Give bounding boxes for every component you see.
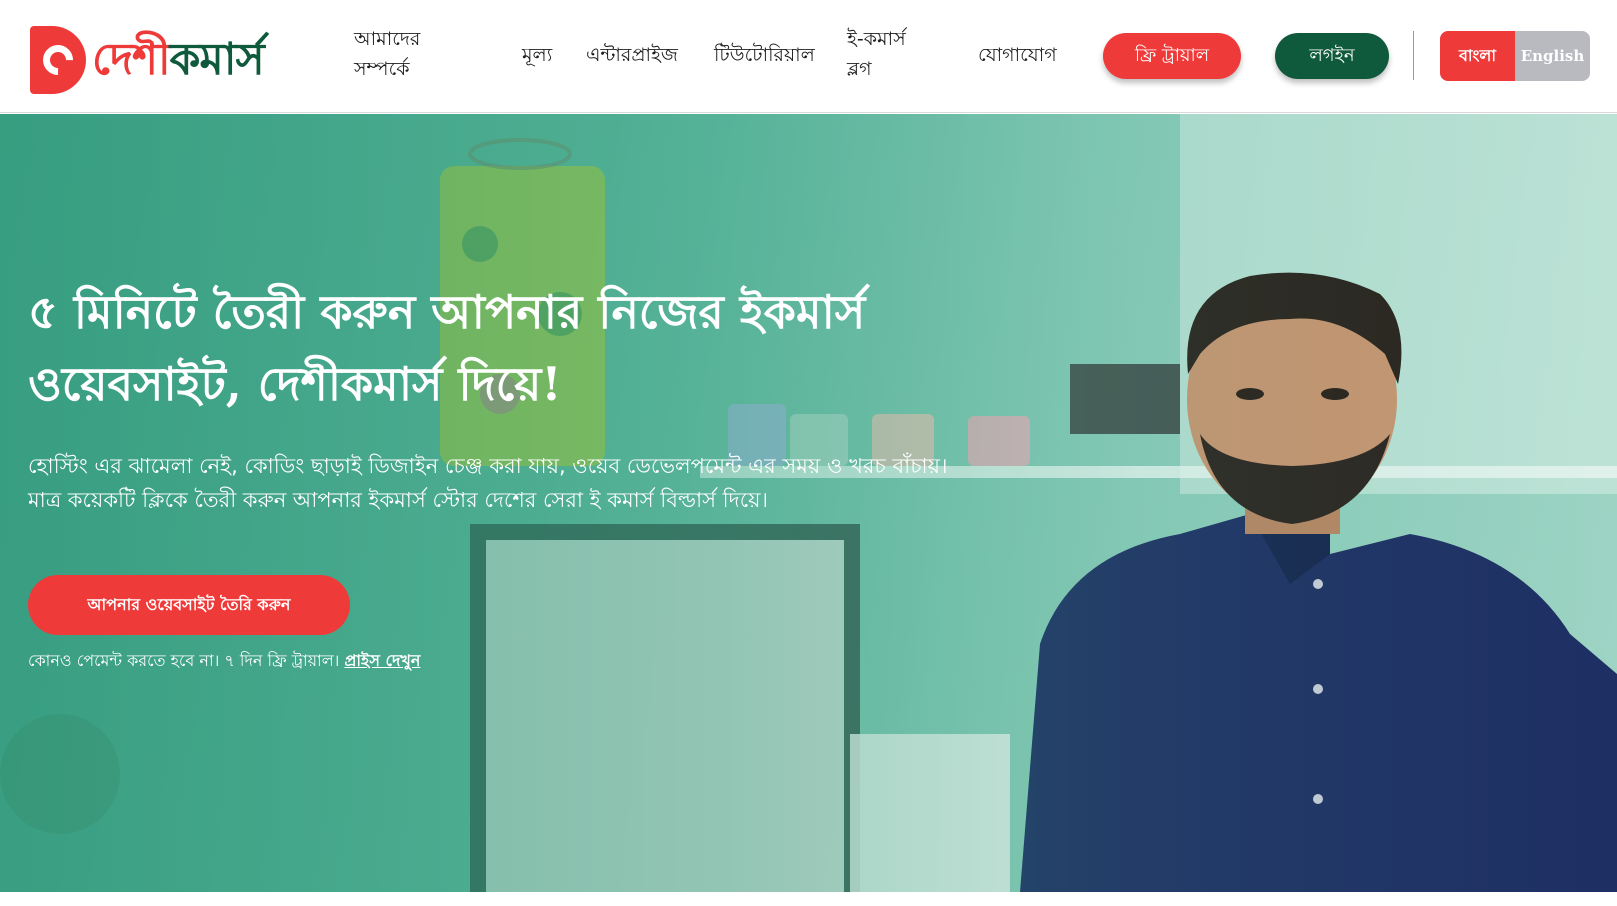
nav-contact[interactable]: যোগাযোগ [978, 40, 1057, 70]
nav-about-line2: সম্পর্কে [354, 58, 410, 80]
nav-enterprise[interactable]: এন্টারপ্রাইজ [586, 40, 678, 70]
site-header: দেশীকমার্স আমাদের সম্পর্কে মূল্য এন্টারপ… [0, 0, 1617, 113]
language-english-button[interactable]: English [1515, 31, 1590, 81]
nav-price[interactable]: মূল্য [522, 40, 552, 70]
hero-section: ৫ মিনিটে তৈরী করুন আপনার নিজের ইকমার্স ও… [0, 114, 1617, 892]
hero-subtitle-line2: মাত্র কয়েকটি ক্লিকে তৈরী করুন আপনার ইকম… [28, 488, 769, 512]
nav-blog-line2: ব্লগ [847, 58, 872, 80]
hero-subtitle: হোস্টিং এর ঝামেলা নেই, কোডিং ছাড়াই ডিজা… [28, 449, 1068, 517]
language-bangla-button[interactable]: বাংলা [1440, 31, 1515, 81]
trial-note: কোনও পেমেন্ট করতে হবে না। ৭ দিন ফ্রি ট্র… [28, 648, 420, 674]
brand-wordmark: দেশীকমার্স [92, 34, 265, 85]
hero-subtitle-line1: হোস্টিং এর ঝামেলা নেই, কোডিং ছাড়াই ডিজা… [28, 454, 948, 478]
language-toggle: বাংলা English [1440, 31, 1590, 81]
hero-title-line1: ৫ মিনিটে তৈরী করুন আপনার নিজের ইকমার্স [28, 285, 866, 339]
nav-about-line1: আমাদের [354, 28, 421, 50]
nav-tutorial[interactable]: টিউটোরিয়াল [714, 40, 815, 70]
login-button[interactable]: লগইন [1275, 33, 1389, 79]
c-ring-logo-icon [30, 26, 86, 94]
brand-logo[interactable]: দেশীকমার্স [30, 26, 265, 94]
nav-blog-line1: ই-কমার্স [847, 28, 906, 50]
header-divider [1413, 31, 1414, 80]
hero-title-line2: ওয়েবসাইট, দেশীকমার্স দিয়ে! [28, 357, 562, 411]
view-pricing-link[interactable]: প্রাইস দেখুন [344, 651, 420, 670]
nav-about[interactable]: আমাদের সম্পর্কে [354, 24, 444, 84]
free-trial-button[interactable]: ফ্রি ট্রায়াল [1103, 33, 1241, 79]
trial-note-text: কোনও পেমেন্ট করতে হবে না। ৭ দিন ফ্রি ট্র… [28, 651, 340, 670]
create-website-button[interactable]: আপনার ওয়েবসাইট তৈরি করুন [28, 575, 350, 635]
hero-title: ৫ মিনিটে তৈরী করুন আপনার নিজের ইকমার্স ও… [28, 276, 1018, 420]
nav-ecommerce-blog[interactable]: ই-কমার্স ব্লগ [847, 24, 937, 84]
